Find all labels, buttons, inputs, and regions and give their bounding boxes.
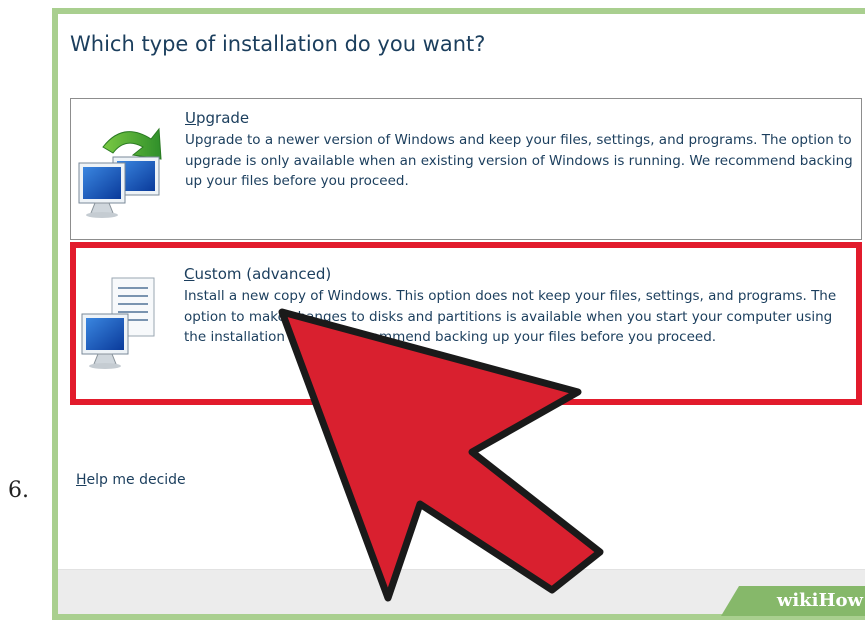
red-pointer-arrow-icon [278,308,604,602]
